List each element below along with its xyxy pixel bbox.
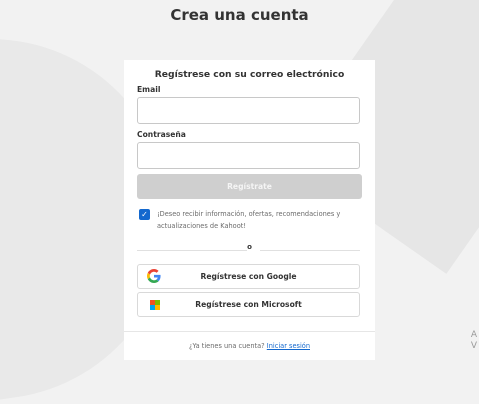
card-heading: Regístrese con su correo electrónico — [154, 69, 345, 80]
edge-text: A V — [470, 330, 477, 351]
divider-text: o — [247, 243, 252, 251]
login-prompt-text: ¿Ya tienes una cuenta? — [188, 342, 265, 350]
login-link[interactable]: Iniciar sesión — [267, 342, 310, 350]
microsoft-button-label: Regístrese con Microsoft — [195, 300, 302, 309]
page-title: Crea una cuenta — [170, 6, 309, 24]
login-prompt: ¿Ya tienes una cuenta? Iniciar sesión — [124, 342, 375, 350]
checkmark-icon: ✓ — [141, 210, 148, 219]
footer-separator — [124, 331, 375, 332]
google-button-label: Regístrese con Google — [200, 272, 297, 281]
consent-checkbox[interactable]: ✓ — [139, 209, 150, 220]
password-field[interactable] — [137, 142, 360, 169]
email-field[interactable] — [137, 97, 360, 124]
divider-line-right — [260, 250, 360, 251]
register-button[interactable]: Regístrate — [137, 174, 362, 199]
divider-line-left — [137, 250, 247, 251]
password-label: Contraseña — [137, 130, 186, 139]
consent-text: ¡Deseo recibir información, ofertas, rec… — [157, 210, 341, 230]
microsoft-signup-button[interactable]: Regístrese con Microsoft — [137, 292, 360, 317]
email-label: Email — [137, 85, 161, 94]
google-signup-button[interactable]: Regístrese con Google — [137, 264, 360, 289]
signup-card: Regístrese con su correo electrónico Ema… — [124, 60, 375, 360]
